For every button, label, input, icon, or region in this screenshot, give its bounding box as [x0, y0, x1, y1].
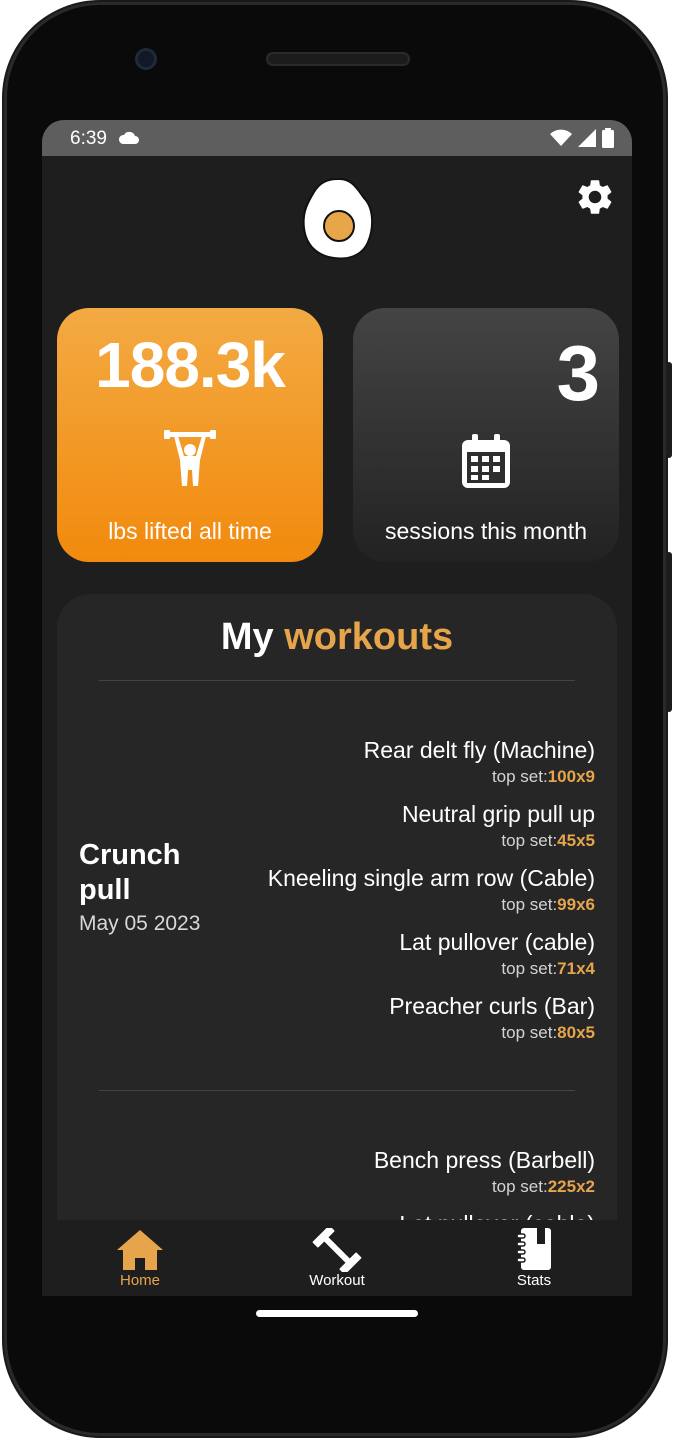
status-bar: 6:39	[42, 120, 632, 156]
bottom-nav: Home Workout Stats	[42, 1220, 632, 1296]
exercise-item: Rear delt fly (Machine) top set:100x9	[364, 736, 595, 790]
status-time: 6:39	[70, 128, 107, 149]
exercise-item: Kneeling single arm row (Cable) top set:…	[268, 864, 595, 918]
exercise-top-set: top set:99x6	[501, 895, 595, 914]
exercise-top-set: top set:225x2	[491, 1177, 595, 1196]
workouts-panel: My workouts Crunch pull May 05 2023 Rear…	[57, 594, 617, 1296]
exercise-top-set: top set:45x5	[501, 831, 595, 850]
lifted-value: 188.3k	[95, 329, 286, 401]
app-screen: 6:39 188.3k lbs lifted all time 3 sessio…	[42, 120, 632, 1296]
cloud-icon	[118, 131, 139, 144]
egg-logo	[302, 177, 374, 260]
workouts-title-prefix: My	[220, 616, 274, 658]
workouts-title: My workouts	[57, 616, 617, 659]
notebook-icon	[516, 1228, 551, 1270]
exercise-top-set: top set:100x9	[491, 767, 595, 786]
exercise-item: Preacher curls (Bar) top set:80x5	[389, 992, 595, 1046]
exercise-name: Rear delt fly (Machine)	[363, 737, 595, 763]
exercise-top-set: top set:71x4	[501, 959, 595, 978]
dumbbell-icon	[312, 1228, 362, 1272]
workout-name-line: Crunch	[79, 839, 181, 871]
wifi-icon	[550, 129, 572, 146]
workout-date: May 05 2023	[79, 912, 201, 935]
exercise-item: Neutral grip pull up top set:45x5	[402, 800, 595, 854]
front-camera	[135, 48, 157, 70]
exercise-name: Lat pullover (cable)	[399, 929, 595, 955]
volume-button	[666, 552, 672, 712]
exercise-name: Kneeling single arm row (Cable)	[267, 865, 595, 891]
divider	[99, 680, 575, 681]
nav-home-label: Home	[119, 1272, 160, 1289]
nav-stats-label: Stats	[516, 1272, 552, 1289]
exercise-name: Neutral grip pull up	[401, 801, 595, 827]
home-icon	[117, 1230, 163, 1270]
signal-icon	[578, 129, 596, 147]
home-indicator[interactable]	[256, 1310, 418, 1317]
nav-workout[interactable]: Workout	[277, 1228, 397, 1289]
sessions-label: sessions this month	[385, 518, 587, 544]
battery-icon	[602, 128, 614, 148]
workouts-title-accent: workouts	[284, 616, 454, 658]
sessions-card: 3 sessions this month	[353, 308, 619, 562]
gear-icon[interactable]	[574, 176, 616, 218]
power-button	[666, 362, 672, 458]
exercise-name: Bench press (Barbell)	[373, 1147, 595, 1173]
phone-frame: 6:39 188.3k lbs lifted all time 3 sessio…	[4, 2, 672, 1436]
nav-home[interactable]: Home	[80, 1228, 200, 1289]
divider	[99, 1090, 575, 1091]
lifted-label: lbs lifted all time	[108, 518, 272, 544]
lifted-card: 188.3k lbs lifted all time	[57, 308, 323, 562]
calendar-icon	[462, 434, 510, 488]
weightlifter-icon	[164, 430, 216, 486]
exercise-name: Preacher curls (Bar)	[389, 993, 595, 1019]
exercise-item: Lat pullover (cable) top set:71x4	[399, 928, 595, 982]
workout-name: Crunch pull	[79, 838, 181, 908]
nav-workout-label: Workout	[309, 1272, 365, 1289]
exercise-item: Bench press (Barbell) top set:225x2	[374, 1146, 595, 1200]
nav-stats[interactable]: Stats	[474, 1228, 594, 1289]
earpiece-speaker	[266, 52, 410, 66]
status-icons	[550, 128, 614, 148]
workout-name-line: pull	[79, 874, 131, 906]
exercise-top-set: top set:80x5	[501, 1023, 595, 1042]
sessions-value: 3	[556, 329, 600, 417]
